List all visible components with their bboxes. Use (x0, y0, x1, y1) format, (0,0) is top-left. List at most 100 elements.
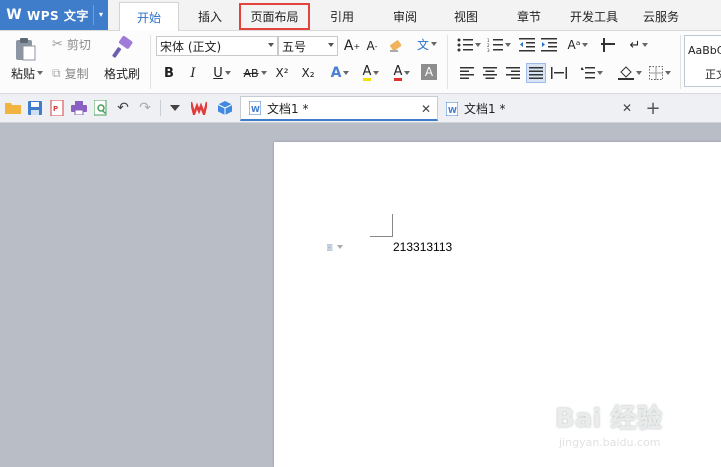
app-title: WPS 文字 (27, 8, 89, 23)
borders-button[interactable] (646, 64, 674, 82)
menu-bar: W WPS 文字 ▾ 开始 插入 页面布局 引用 审阅 视图 章节 开发工具 云… (0, 0, 721, 31)
tab-page-layout[interactable]: 页面布局 (239, 3, 310, 30)
print-preview-icon[interactable] (92, 99, 110, 117)
margin-corner-mark (392, 214, 393, 237)
underline-icon: U (213, 65, 223, 81)
chinese-layout-icon[interactable] (599, 36, 617, 54)
svg-text:3: 3 (487, 48, 490, 52)
line-spacing-button[interactable] (578, 64, 606, 82)
format-painter-button[interactable]: 格式刷 (102, 65, 142, 81)
close-icon[interactable]: ✕ (622, 101, 632, 115)
font-color-button[interactable]: A (388, 64, 416, 82)
cube-icon[interactable] (216, 99, 234, 117)
doc-tab-label: 文档1 * (464, 102, 506, 116)
save-icon[interactable] (26, 99, 44, 117)
decrease-indent-icon[interactable] (518, 36, 536, 54)
scissors-icon: ✂ (52, 36, 63, 52)
wps-logo-icon: W (6, 7, 22, 23)
svg-text:W: W (251, 105, 260, 114)
wps-w-icon[interactable] (190, 99, 208, 117)
phonetic-icon: 文 (416, 37, 429, 52)
paint-bucket-icon (618, 66, 634, 80)
word-doc-icon: W (249, 101, 261, 115)
shrink-font-button[interactable]: A- (363, 37, 381, 55)
chevron-down-icon[interactable]: ▾ (97, 10, 105, 19)
font-name-value: 宋体 (正文) (160, 39, 222, 54)
format-painter-icon[interactable] (108, 34, 136, 62)
bullet-list-icon[interactable] (455, 36, 483, 54)
change-case-button[interactable]: Aᵃ (563, 36, 593, 54)
align-left-icon[interactable] (458, 64, 476, 82)
increase-indent-icon[interactable] (540, 36, 558, 54)
char-shading-button[interactable]: A (421, 64, 437, 80)
cut-button[interactable]: ✂ 剪切 (52, 36, 100, 52)
highlighter-icon: A (362, 63, 372, 81)
superscript-button[interactable]: X² (272, 64, 292, 82)
distributed-align-icon[interactable] (550, 64, 568, 82)
tab-start[interactable]: 开始 (119, 2, 179, 31)
tab-view[interactable]: 视图 (442, 3, 490, 30)
tab-developer[interactable]: 开发工具 (563, 3, 625, 30)
grow-font-icon: A (343, 38, 354, 54)
change-case-icon: Aᵃ (567, 38, 581, 52)
show-paragraph-marks-button[interactable]: ↵ (625, 36, 653, 54)
cut-label: 剪切 (66, 37, 91, 52)
watermark-url: jingyan.baidu.com (559, 436, 661, 449)
bold-button[interactable]: B (160, 64, 178, 82)
shrink-font-icon: A (366, 39, 375, 53)
paragraph-mark-icon: ↵ (629, 37, 641, 53)
font-name-select[interactable]: 宋体 (正文) (156, 36, 278, 56)
copy-icon: ⧉ (52, 65, 61, 80)
align-right-icon[interactable] (504, 64, 522, 82)
copy-label: 复制 (64, 66, 89, 81)
customize-toolbar-chevron-down-icon[interactable] (166, 99, 184, 117)
print-icon[interactable] (70, 99, 88, 117)
doc-tab[interactable]: W 文档1 * ✕ (440, 96, 638, 121)
tab-chapter[interactable]: 章节 (505, 3, 553, 30)
phonetic-guide-button[interactable]: 文 (413, 35, 441, 53)
italic-button[interactable]: I (184, 64, 202, 82)
grow-font-button[interactable]: A + (343, 37, 361, 55)
style-gallery-item-normal[interactable]: AaBbC 正文 (684, 35, 721, 87)
paragraph-layout-icon[interactable] (327, 240, 343, 254)
line-spacing-icon (581, 67, 595, 79)
paste-icon[interactable] (10, 35, 40, 63)
text-effect-icon: A (330, 65, 342, 81)
shading-button[interactable] (615, 64, 645, 82)
document-text[interactable]: 213313113 (393, 240, 452, 254)
strikethrough-button[interactable]: AB (240, 64, 270, 82)
copy-button[interactable]: ⧉ 复制 (52, 65, 100, 81)
font-color-icon: A (393, 63, 403, 81)
paste-button[interactable]: 粘贴 (8, 65, 46, 81)
tab-review[interactable]: 审阅 (381, 3, 429, 30)
style-name: 正文 (705, 68, 721, 81)
font-size-select[interactable]: 五号 (278, 36, 338, 56)
open-folder-icon[interactable] (4, 99, 22, 117)
doc-tab-label: 文档1 * (267, 101, 309, 116)
text-effect-button[interactable]: A (326, 64, 354, 82)
export-pdf-icon[interactable]: P (48, 99, 66, 117)
clear-format-icon[interactable] (387, 37, 405, 55)
svg-text:W: W (448, 106, 457, 115)
close-icon[interactable]: ✕ (421, 102, 431, 116)
highlight-button[interactable]: A (356, 64, 386, 82)
tab-cloud[interactable]: 云服务 (634, 3, 688, 30)
new-tab-plus-icon[interactable]: + (644, 98, 662, 119)
word-doc-icon: W (446, 101, 458, 116)
baidu-watermark: Bai 经验 jingyan.baidu.com (555, 398, 715, 458)
paste-label: 粘贴 (10, 66, 35, 81)
subscript-button[interactable]: X₂ (298, 64, 318, 82)
doc-tab-active[interactable]: W 文档1 * ✕ (240, 96, 438, 121)
justify-icon[interactable] (526, 63, 546, 83)
align-center-icon[interactable] (481, 64, 499, 82)
borders-icon (649, 66, 663, 80)
app-menu-button[interactable]: W WPS 文字 ▾ (0, 0, 108, 30)
underline-button[interactable]: U (207, 64, 237, 82)
margin-corner-mark (370, 236, 393, 237)
ribbon: 粘贴 ✂ 剪切 ⧉ 复制 格式刷 宋体 (正文) 五号 A + A- 文 B I … (0, 31, 721, 94)
redo-icon[interactable]: ↷ (136, 99, 154, 117)
undo-icon[interactable]: ↶ (114, 99, 132, 117)
numbered-list-icon[interactable]: 123 (485, 36, 513, 54)
tab-references[interactable]: 引用 (318, 3, 366, 30)
tab-insert[interactable]: 插入 (186, 3, 234, 30)
